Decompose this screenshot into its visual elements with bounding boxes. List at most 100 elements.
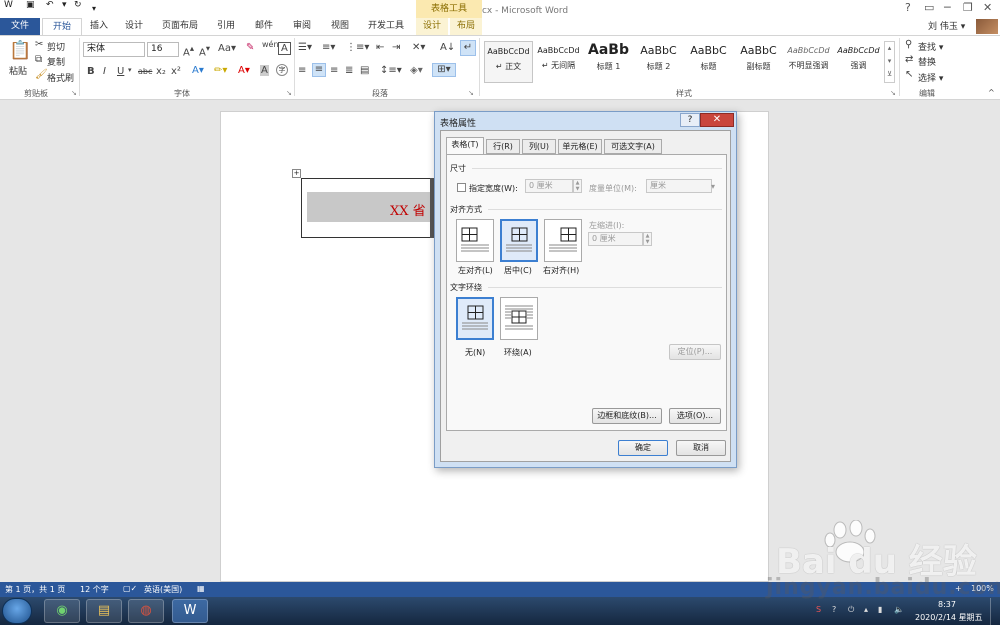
- font-size-combo[interactable]: 16: [147, 42, 179, 57]
- redo-icon[interactable]: ↻: [74, 0, 82, 10]
- collapse-ribbon-icon[interactable]: ^: [988, 88, 995, 97]
- clipboard-launcher-icon[interactable]: ↘: [71, 89, 77, 97]
- shrink-font-icon[interactable]: A▾: [199, 43, 210, 58]
- justify-icon[interactable]: ≣: [345, 65, 353, 76]
- tab-column[interactable]: 列(U): [522, 139, 556, 154]
- style-subtle-emphasis[interactable]: AaBbCcDd 不明显强调: [784, 41, 833, 83]
- unit-select[interactable]: 厘米: [646, 179, 712, 193]
- scissors-icon[interactable]: ✂: [35, 39, 43, 50]
- help-icon[interactable]: ?: [905, 1, 911, 14]
- phonetic-guide-icon[interactable]: wén: [262, 40, 279, 49]
- taskbar-browser-icon[interactable]: ◉: [44, 599, 80, 623]
- numbering-icon[interactable]: ≡▾: [322, 42, 335, 53]
- tab-review[interactable]: 审阅: [284, 18, 320, 35]
- styles-launcher-icon[interactable]: ↘: [890, 89, 896, 97]
- format-painter-button[interactable]: 格式刷: [47, 71, 74, 84]
- show-desktop-button[interactable]: [990, 598, 1000, 625]
- clock-time[interactable]: 8:37: [938, 600, 956, 609]
- borders-icon[interactable]: ⊞▾: [432, 63, 456, 77]
- text-effects-icon[interactable]: A▾: [192, 65, 204, 76]
- copy-icon[interactable]: ⧉: [35, 54, 42, 65]
- enclose-characters-icon[interactable]: 字: [276, 64, 288, 76]
- align-right-icon[interactable]: ≡: [330, 65, 338, 76]
- align-right-option[interactable]: [544, 219, 582, 262]
- style-emphasis[interactable]: AaBbCcDd 强调: [834, 41, 883, 83]
- align-left-option[interactable]: [456, 219, 494, 262]
- shading-icon[interactable]: ◈▾: [410, 65, 423, 76]
- cut-button[interactable]: 剪切: [47, 40, 65, 53]
- style-heading-1[interactable]: AaBb 标题 1: [584, 41, 633, 83]
- subscript-icon[interactable]: x₂: [156, 66, 166, 77]
- width-input[interactable]: 0 厘米: [525, 179, 573, 193]
- clock-date[interactable]: 2020/2/14 星期五: [915, 612, 983, 623]
- copy-button[interactable]: 复制: [47, 55, 65, 68]
- undo-icon[interactable]: ↶: [46, 0, 54, 10]
- cancel-button[interactable]: 取消: [676, 440, 726, 456]
- tray-network-icon[interactable]: ▮: [878, 605, 882, 614]
- left-indent-input[interactable]: 0 厘米: [588, 232, 643, 246]
- unit-dropdown-icon[interactable]: ▾: [711, 182, 715, 191]
- bullets-icon[interactable]: ☰▾: [298, 42, 312, 53]
- style-subtitle[interactable]: AaBbC 副标题: [734, 41, 783, 83]
- tray-show-hidden-icon[interactable]: ▴: [864, 605, 868, 614]
- wrap-none-option[interactable]: [456, 297, 494, 340]
- close-window-icon[interactable]: ✕: [983, 1, 992, 14]
- tab-page-layout[interactable]: 页面布局: [154, 18, 206, 35]
- cell-text[interactable]: XX 省: [390, 200, 426, 219]
- style-normal[interactable]: AaBbCcDd ↵ 正文: [484, 41, 533, 83]
- style-title[interactable]: AaBbC 标题: [684, 41, 733, 83]
- align-center-icon[interactable]: ≡: [312, 63, 326, 77]
- change-case-icon[interactable]: Aa▾: [218, 43, 236, 54]
- font-color-icon[interactable]: A▾: [238, 65, 250, 76]
- underline-icon[interactable]: U: [117, 66, 124, 77]
- paragraph-launcher-icon[interactable]: ↘: [468, 89, 474, 97]
- show-hide-marks-icon[interactable]: ↵: [460, 40, 476, 56]
- taskbar-word-icon[interactable]: W: [172, 599, 208, 623]
- format-painter-icon[interactable]: 🖌: [35, 69, 48, 80]
- sort-icon[interactable]: A↓: [440, 42, 455, 53]
- taskbar-folder-icon[interactable]: ▤: [86, 599, 122, 623]
- macro-recording-icon[interactable]: ▦: [197, 584, 205, 593]
- options-button[interactable]: 选项(O)...: [669, 408, 721, 424]
- tab-alt-text[interactable]: 可选文字(A): [604, 139, 662, 154]
- replace-button[interactable]: 替换: [918, 55, 936, 68]
- undo-dropdown-icon[interactable]: ▾: [62, 0, 67, 10]
- tab-table-design[interactable]: 设计: [416, 18, 448, 35]
- paste-button[interactable]: 粘贴: [9, 64, 27, 77]
- tab-table-layout[interactable]: 布局: [450, 18, 482, 35]
- character-border-icon[interactable]: A: [278, 42, 291, 55]
- grow-font-icon[interactable]: A▴: [183, 43, 194, 58]
- proofing-icon[interactable]: ▢✓: [123, 584, 137, 593]
- distributed-icon[interactable]: ▤: [360, 65, 369, 76]
- chinese-layout-icon[interactable]: ✕▾: [412, 42, 425, 53]
- bold-icon[interactable]: B: [87, 66, 95, 77]
- clear-formatting-icon[interactable]: ✎: [246, 42, 254, 53]
- restore-icon[interactable]: ❐: [963, 1, 973, 14]
- replace-icon[interactable]: ⇄: [905, 54, 913, 65]
- taskbar-app-icon[interactable]: ◍: [128, 599, 164, 623]
- tray-volume-icon[interactable]: 🔈: [894, 605, 904, 614]
- find-icon[interactable]: ⚲: [905, 39, 912, 50]
- tab-references[interactable]: 引用: [208, 18, 244, 35]
- left-indent-spinner-icon[interactable]: ▲ ▼: [643, 232, 652, 246]
- tab-row[interactable]: 行(R): [486, 139, 520, 154]
- tab-file[interactable]: 文件: [0, 18, 40, 35]
- minimize-icon[interactable]: ─: [944, 1, 951, 14]
- tray-help-icon[interactable]: ?: [832, 605, 836, 614]
- multilevel-list-icon[interactable]: ⋮≡▾: [346, 42, 369, 53]
- tray-power-icon[interactable]: ⏻: [848, 605, 854, 615]
- tab-mailings[interactable]: 邮件: [246, 18, 282, 35]
- select-icon[interactable]: ↖: [905, 69, 913, 80]
- tab-insert[interactable]: 插入: [84, 18, 114, 35]
- tab-cell[interactable]: 单元格(E): [558, 139, 602, 154]
- line-spacing-icon[interactable]: ↕≡▾: [380, 65, 402, 76]
- specify-width-checkbox[interactable]: [457, 183, 466, 192]
- start-button[interactable]: [2, 598, 32, 624]
- superscript-icon[interactable]: x²: [171, 66, 181, 77]
- customize-quick-access-icon[interactable]: ▾: [92, 4, 96, 13]
- tab-design[interactable]: 设计: [116, 18, 152, 35]
- tab-table[interactable]: 表格(T): [446, 137, 484, 155]
- word-count[interactable]: 12 个字: [80, 584, 109, 595]
- width-spinner-icon[interactable]: ▲ ▼: [573, 179, 582, 193]
- save-icon[interactable]: ▣: [26, 0, 35, 10]
